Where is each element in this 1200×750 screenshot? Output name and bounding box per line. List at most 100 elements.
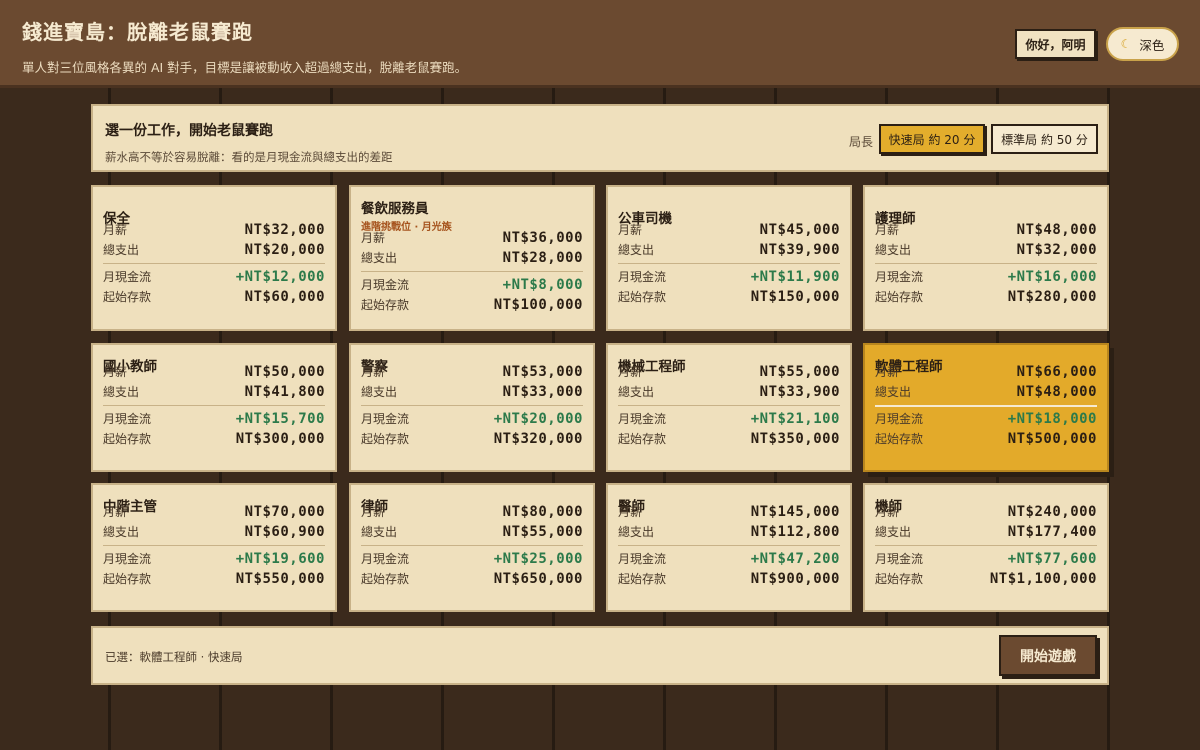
job-stat-expense: 總支出 NT$33,000 — [361, 383, 583, 400]
stat-value: NT$53,000 — [502, 363, 583, 380]
job-stat-cashflow: 月現金流 +NT$21,100 — [618, 410, 840, 427]
job-card[interactable]: 公車司機 月薪 NT$45,000 總支出 NT$39,900 月現金流 +NT$11,90… — [606, 185, 852, 331]
job-stat-salary: 月薪 NT$48,000 — [875, 221, 1097, 238]
job-stat-cashflow: 月現金流 +NT$11,900 — [618, 268, 840, 285]
stat-value: NT$60,900 — [244, 523, 325, 540]
job-stat-salary: 月薪 NT$45,000 — [618, 221, 840, 238]
stat-value: +NT$77,600 — [1007, 550, 1097, 567]
stat-value: NT$150,000 — [750, 288, 840, 305]
stat-label: 月薪 — [103, 223, 128, 237]
job-card[interactable]: 警察 月薪 NT$53,000 總支出 NT$33,000 月現金流 +NT$20,000 起… — [349, 343, 595, 472]
stat-value: NT$80,000 — [502, 503, 583, 520]
card-divider — [103, 545, 325, 546]
job-stat-savings: 起始存款 NT$1,100,000 — [875, 570, 1097, 587]
job-card[interactable]: 軟體工程師 月薪 NT$66,000 總支出 NT$48,000 月現金流 +NT$18,0… — [863, 343, 1109, 472]
start-game-button[interactable]: 開始遊戲 — [999, 635, 1097, 676]
stat-value: NT$100,000 — [493, 296, 583, 313]
job-card[interactable]: 餐飲服務員 進階挑戰位 · 月光族 月薪 NT$36,000 總支出 NT$28,000 月… — [349, 185, 595, 331]
stat-value: NT$36,000 — [502, 229, 583, 246]
job-stat-savings: 起始存款 NT$350,000 — [618, 430, 840, 447]
stat-value: NT$240,000 — [1007, 503, 1097, 520]
job-stat-savings: 起始存款 NT$320,000 — [361, 430, 583, 447]
stat-label: 起始存款 — [103, 290, 152, 304]
stat-value: NT$320,000 — [493, 430, 583, 447]
stat-label: 總支出 — [618, 243, 655, 257]
job-card[interactable]: 中階主管 月薪 NT$70,000 總支出 NT$60,900 月現金流 +NT$19,60… — [91, 483, 337, 612]
stat-label: 月薪 — [875, 365, 900, 379]
stat-label: 起始存款 — [618, 432, 667, 446]
stat-value: +NT$11,900 — [750, 268, 840, 285]
job-stat-salary: 月薪 NT$53,000 — [361, 363, 583, 380]
job-card[interactable]: 律師 月薪 NT$80,000 總支出 NT$55,000 月現金流 +NT$25,000 起… — [349, 483, 595, 612]
stat-label: 總支出 — [103, 525, 140, 539]
theme-toggle-button[interactable]: ☾ 深色 — [1106, 27, 1179, 61]
stat-label: 總支出 — [361, 525, 398, 539]
stat-value: +NT$20,000 — [493, 410, 583, 427]
card-divider — [103, 405, 325, 406]
stat-value: NT$20,000 — [244, 241, 325, 258]
stat-value: NT$1,100,000 — [989, 570, 1097, 587]
stat-label: 月現金流 — [618, 412, 667, 426]
theme-toggle-label: 深色 — [1139, 37, 1165, 53]
stat-value: +NT$25,000 — [493, 550, 583, 567]
stat-label: 起始存款 — [875, 572, 924, 586]
job-card[interactable]: 護理師 月薪 NT$48,000 總支出 NT$32,000 月現金流 +NT$16,000… — [863, 185, 1109, 331]
job-picker-panel: 選一份工作，開始老鼠賽跑 薪水高不等於容易脫離：看的是月現金流與總支出的差距 局… — [91, 104, 1109, 172]
job-stat-cashflow: 月現金流 +NT$20,000 — [361, 410, 583, 427]
stat-label: 月現金流 — [361, 412, 410, 426]
job-stat-expense: 總支出 NT$112,800 — [618, 523, 840, 540]
quick-mode-button[interactable]: 快速局 約 20 分 — [879, 124, 985, 154]
job-stat-savings: 起始存款 NT$150,000 — [618, 288, 840, 305]
job-card[interactable]: 機師 月薪 NT$240,000 總支出 NT$177,400 月現金流 +NT$77,60… — [863, 483, 1109, 612]
job-stat-expense: 總支出 NT$60,900 — [103, 523, 325, 540]
stat-label: 月薪 — [103, 505, 128, 519]
stat-label: 起始存款 — [361, 572, 410, 586]
stat-value: +NT$16,000 — [1007, 268, 1097, 285]
page-subtitle: 單人對三位風格各異的 AI 對手，目標是讓被動收入超過總支出，脫離老鼠賽跑。 — [22, 60, 468, 75]
card-divider — [875, 405, 1097, 407]
stat-label: 起始存款 — [361, 298, 410, 312]
stat-label: 總支出 — [361, 251, 398, 265]
stat-label: 月薪 — [875, 505, 900, 519]
stat-value: NT$60,000 — [244, 288, 325, 305]
job-stat-cashflow: 月現金流 +NT$12,000 — [103, 268, 325, 285]
card-divider — [875, 545, 1097, 546]
card-divider — [875, 263, 1097, 264]
stat-value: NT$39,900 — [759, 241, 840, 258]
job-stat-expense: 總支出 NT$20,000 — [103, 241, 325, 258]
stat-value: NT$112,800 — [750, 523, 840, 540]
job-card[interactable]: 醫師 月薪 NT$145,000 總支出 NT$112,800 月現金流 +NT$47,20… — [606, 483, 852, 612]
stat-label: 月薪 — [361, 505, 386, 519]
stat-label: 月薪 — [361, 231, 386, 245]
stat-value: +NT$18,000 — [1007, 410, 1097, 427]
stat-value: NT$66,000 — [1016, 363, 1097, 380]
job-stat-expense: 總支出 NT$33,900 — [618, 383, 840, 400]
job-stat-cashflow: 月現金流 +NT$19,600 — [103, 550, 325, 567]
standard-mode-button[interactable]: 標準局 約 50 分 — [991, 124, 1098, 154]
job-stat-salary: 月薪 NT$66,000 — [875, 363, 1097, 380]
stat-label: 月現金流 — [103, 270, 152, 284]
stat-label: 總支出 — [875, 525, 912, 539]
page-title: 錢進寶島：脫離老鼠賽跑 — [22, 20, 253, 44]
job-stat-savings: 起始存款 NT$550,000 — [103, 570, 325, 587]
stat-label: 總支出 — [875, 385, 912, 399]
job-card[interactable]: 機械工程師 月薪 NT$55,000 總支出 NT$33,900 月現金流 +NT$21,1… — [606, 343, 852, 472]
stat-label: 月薪 — [618, 223, 643, 237]
job-stat-savings: 起始存款 NT$500,000 — [875, 430, 1097, 447]
job-card[interactable]: 國小教師 月薪 NT$50,000 總支出 NT$41,800 月現金流 +NT$15,70… — [91, 343, 337, 472]
user-greeting-button[interactable]: 你好，阿明 — [1015, 29, 1096, 59]
job-stat-cashflow: 月現金流 +NT$77,600 — [875, 550, 1097, 567]
stat-label: 月薪 — [875, 223, 900, 237]
stat-label: 起始存款 — [618, 290, 667, 304]
stat-value: NT$500,000 — [1007, 430, 1097, 447]
stat-value: +NT$8,000 — [502, 276, 583, 293]
card-divider — [361, 271, 583, 272]
stat-label: 月現金流 — [875, 552, 924, 566]
job-stat-expense: 總支出 NT$28,000 — [361, 249, 583, 266]
job-stat-cashflow: 月現金流 +NT$8,000 — [361, 276, 583, 293]
job-card[interactable]: 保全 月薪 NT$32,000 總支出 NT$20,000 月現金流 +NT$12,000 起… — [91, 185, 337, 331]
job-stat-cashflow: 月現金流 +NT$25,000 — [361, 550, 583, 567]
stat-value: NT$32,000 — [1016, 241, 1097, 258]
stat-value: NT$55,000 — [502, 523, 583, 540]
job-stat-savings: 起始存款 NT$300,000 — [103, 430, 325, 447]
